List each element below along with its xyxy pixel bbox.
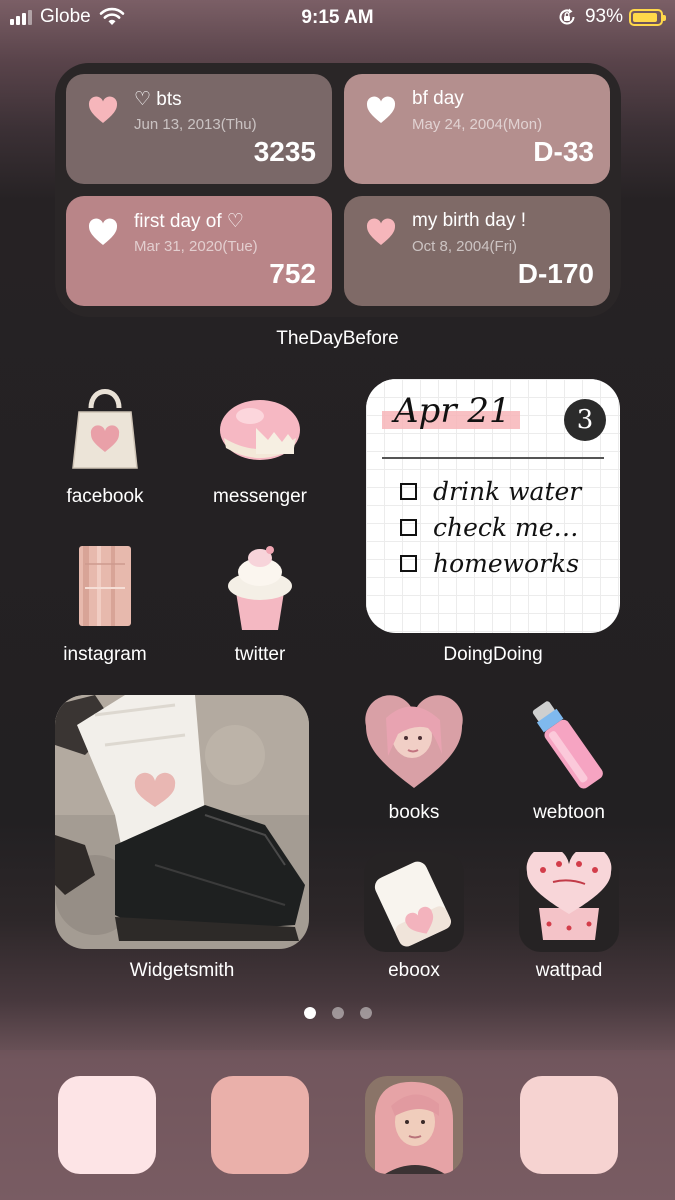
thedaybefore-widget[interactable]: ♡ bts Jun 13, 2013(Thu) 3235 bf day May … bbox=[55, 63, 621, 317]
dday-card-first-day[interactable]: first day of ♡ Mar 31, 2020(Tue) 752 bbox=[66, 196, 332, 306]
heart-icon bbox=[366, 96, 396, 123]
app-label-wattpad: wattpad bbox=[535, 960, 603, 981]
widget-label-doingdoing: DoingDoing bbox=[443, 644, 543, 665]
doingdoing-widget[interactable]: Apr 21 3 drink water check me… homeworks bbox=[366, 379, 620, 633]
app-label-messenger: messenger bbox=[213, 486, 307, 507]
dday-title: bf day bbox=[412, 88, 464, 109]
dday-card-bf-day[interactable]: bf day May 24, 2004(Mon) D-33 bbox=[344, 74, 610, 184]
dock-app-pale-pink[interactable] bbox=[58, 1076, 156, 1174]
dday-card-birthday[interactable]: my birth day ! Oct 8, 2004(Fri) D-170 bbox=[344, 196, 610, 306]
dday-count: 3235 bbox=[253, 136, 316, 167]
dock bbox=[0, 1050, 675, 1200]
app-label-twitter: twitter bbox=[234, 644, 286, 665]
todo-item[interactable]: check me… bbox=[400, 513, 579, 542]
dday-title: first day of ♡ bbox=[134, 211, 244, 232]
checkbox[interactable] bbox=[400, 555, 417, 572]
dday-count: D-170 bbox=[517, 258, 594, 289]
wattpad-app-icon[interactable] bbox=[519, 846, 619, 952]
eboox-app-icon[interactable] bbox=[364, 852, 464, 952]
doingdoing-count-badge: 3 bbox=[564, 399, 606, 441]
todo-text: homeworks bbox=[433, 549, 580, 578]
app-label-webtoon: webtoon bbox=[533, 802, 605, 823]
app-label-facebook: facebook bbox=[66, 486, 144, 507]
widgetsmith-widget[interactable] bbox=[55, 695, 309, 949]
dday-date: Oct 8, 2004(Fri) bbox=[412, 238, 518, 255]
dday-date: Jun 13, 2013(Thu) bbox=[134, 116, 257, 133]
dday-title: my birth day ! bbox=[412, 210, 527, 231]
page-dot[interactable] bbox=[303, 1007, 316, 1019]
todo-item[interactable]: drink water bbox=[400, 477, 581, 506]
heart-icon bbox=[366, 218, 396, 245]
twitter-app-icon[interactable] bbox=[210, 536, 310, 636]
heart-icon bbox=[88, 218, 118, 245]
todo-item[interactable]: homeworks bbox=[400, 549, 579, 578]
doingdoing-date: Apr 21 bbox=[394, 391, 511, 431]
app-label-eboox: eboox bbox=[388, 960, 440, 981]
todo-text: drink water bbox=[433, 477, 582, 506]
webtoon-app-icon[interactable] bbox=[519, 694, 619, 794]
checkbox[interactable] bbox=[400, 483, 417, 500]
page-dot[interactable] bbox=[359, 1007, 372, 1019]
status-right: 93% bbox=[557, 6, 666, 28]
dock-app-light-pink[interactable] bbox=[520, 1076, 618, 1174]
books-app-icon[interactable] bbox=[364, 694, 464, 794]
app-label-books: books bbox=[388, 802, 440, 823]
heart-icon bbox=[88, 96, 118, 123]
dday-card-bts[interactable]: ♡ bts Jun 13, 2013(Thu) 3235 bbox=[66, 74, 332, 184]
page-indicator[interactable] bbox=[0, 1007, 675, 1019]
instagram-app-icon[interactable] bbox=[55, 536, 155, 636]
dock-app-salmon[interactable] bbox=[211, 1076, 309, 1174]
todo-text: check me… bbox=[433, 513, 579, 542]
rotation-lock-icon bbox=[559, 8, 575, 25]
battery-icon bbox=[629, 8, 666, 26]
portrait-photo bbox=[365, 1076, 463, 1174]
facebook-app-icon[interactable] bbox=[55, 378, 155, 478]
widget-label-widgetsmith: Widgetsmith bbox=[129, 960, 235, 981]
messenger-app-icon[interactable] bbox=[210, 378, 310, 478]
dock-app-photo[interactable] bbox=[365, 1076, 463, 1174]
page-dot[interactable] bbox=[331, 1007, 344, 1019]
dday-count: D-33 bbox=[533, 136, 594, 167]
widget-label-thedaybefore: TheDayBefore bbox=[276, 328, 399, 349]
checkbox[interactable] bbox=[400, 519, 417, 536]
photo-sock-shoe bbox=[55, 695, 309, 949]
dday-title: ♡ bts bbox=[134, 89, 182, 110]
dday-date: May 24, 2004(Mon) bbox=[412, 116, 543, 133]
battery-percent: 93% bbox=[584, 6, 623, 27]
dday-count: 752 bbox=[269, 258, 316, 289]
status-bar: Globe 9:15 AM 93% bbox=[0, 0, 675, 36]
battery-level bbox=[633, 12, 658, 22]
dday-date: Mar 31, 2020(Tue) bbox=[134, 238, 258, 255]
divider bbox=[382, 457, 604, 459]
app-label-instagram: instagram bbox=[63, 644, 147, 665]
